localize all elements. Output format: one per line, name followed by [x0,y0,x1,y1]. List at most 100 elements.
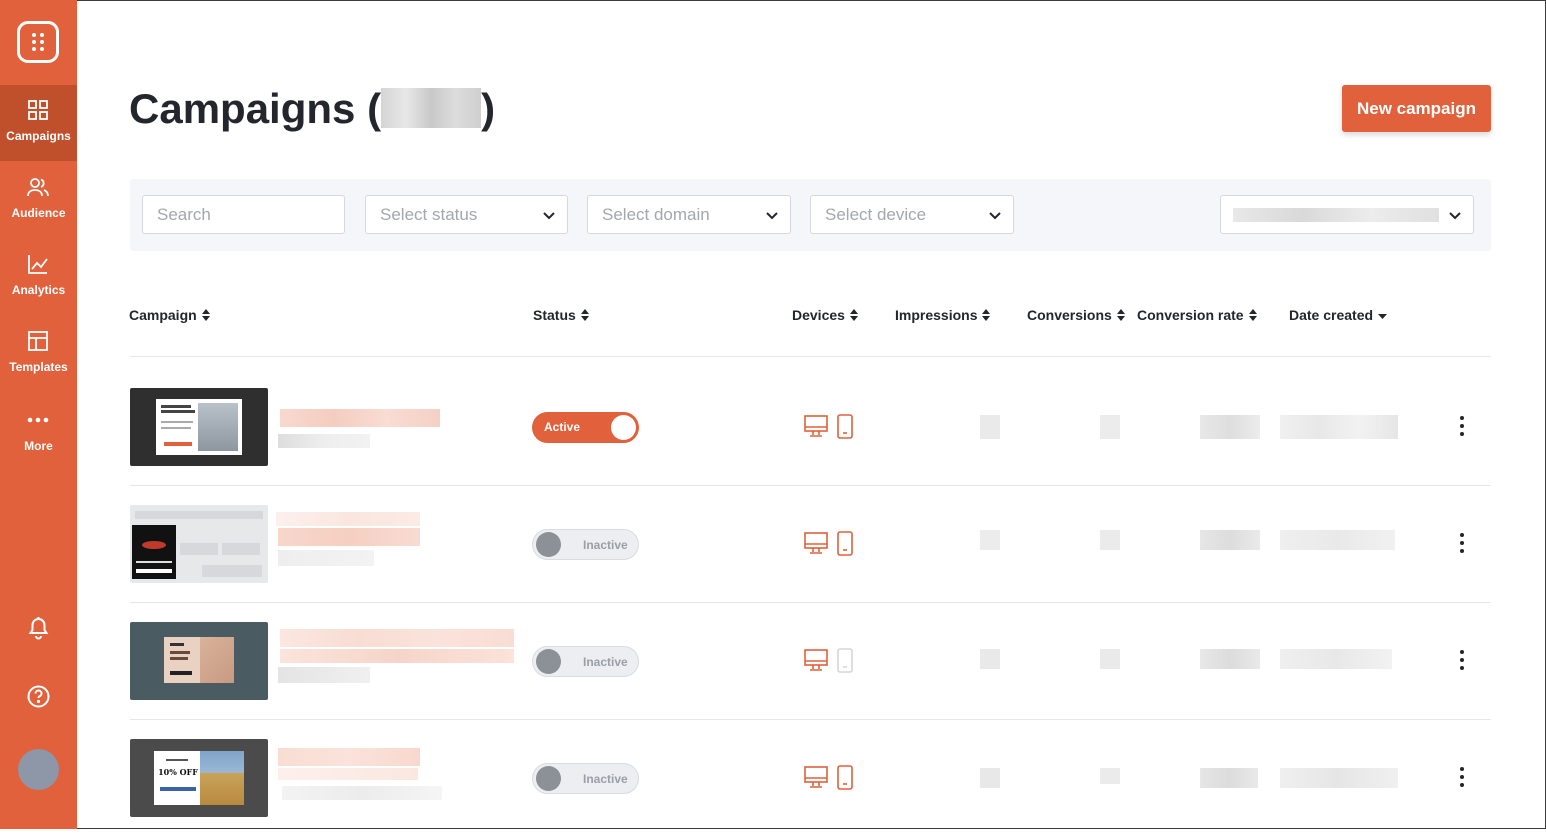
logo-dots-icon [32,33,44,51]
redacted-account-value [1233,208,1439,222]
redacted-conversion-rate [1200,530,1260,550]
device-select[interactable]: Select device [810,195,1014,234]
new-campaign-button[interactable]: New campaign [1342,85,1491,132]
toggle-knob [536,649,561,674]
chevron-down-icon [766,212,778,220]
campaign-thumbnail[interactable]: 10% OFF [130,739,268,817]
redacted-date-created [1280,649,1392,669]
row-actions-menu[interactable] [1456,415,1468,439]
redacted-conversions [1100,768,1120,784]
app-logo[interactable] [17,21,59,63]
users-icon [27,178,49,197]
popup-preview [132,525,176,579]
desktop-icon [804,532,828,554]
popup-preview [164,637,234,683]
redacted-campaign-name-2 [278,768,418,780]
redacted-impressions [980,649,1000,669]
column-header-status[interactable]: Status [533,307,589,323]
row-actions-menu[interactable] [1456,649,1468,673]
column-header-conversions[interactable]: Conversions [1027,307,1125,323]
status-toggle[interactable]: Active [532,412,639,443]
redacted-campaign-domain [278,667,370,683]
campaign-thumbnail[interactable] [130,388,268,466]
redacted-conversion-rate [1200,415,1260,439]
search-input[interactable]: Search [142,195,345,234]
redacted-impressions [980,530,1000,550]
redacted-impressions [980,415,1000,439]
redacted-campaign-name[interactable] [276,512,420,526]
help-icon[interactable] [26,684,51,709]
sidebar-item-label: Campaigns [6,129,71,143]
redacted-campaign-name-2 [280,649,514,663]
row-actions-menu[interactable] [1456,532,1468,556]
column-header-label: Campaign [129,307,197,323]
redacted-conversions [1100,530,1120,550]
redacted-campaign-domain [278,550,374,566]
campaign-thumbnail[interactable] [130,622,268,700]
row-actions-menu[interactable] [1456,766,1468,790]
mobile-icon-disabled [837,648,853,673]
redacted-conversion-rate [1200,649,1260,669]
column-header-date-created[interactable]: Date created [1289,307,1388,323]
redacted-campaign-name[interactable] [278,748,420,766]
sidebar-item-analytics[interactable]: Analytics [0,239,77,315]
redacted-campaign-name-2 [278,528,420,546]
domain-select[interactable]: Select domain [587,195,791,234]
status-toggle[interactable]: Inactive [532,529,639,560]
device-select-placeholder: Select device [825,205,927,224]
column-header-devices[interactable]: Devices [792,307,858,323]
column-header-campaign[interactable]: Campaign [129,307,210,323]
mobile-icon [837,414,853,439]
redacted-conversions [1100,649,1120,669]
page-title: Campaigns () [129,85,495,133]
more-dots-icon [27,417,49,423]
redacted-conversion-rate [1200,768,1258,788]
redacted-date-created [1280,768,1398,788]
campaign-thumbnail[interactable] [130,505,268,583]
sidebar-item-templates[interactable]: Templates [0,316,77,392]
bell-icon[interactable] [26,616,51,641]
sort-icon [201,309,210,321]
redacted-conversions [1100,415,1120,439]
layout-icon [28,331,48,351]
sidebar-item-label: More [24,439,53,453]
sidebar-item-campaigns[interactable]: Campaigns [0,85,77,161]
sidebar-item-label: Analytics [11,283,66,297]
avatar[interactable] [18,749,59,790]
status-toggle[interactable]: Inactive [532,646,639,677]
table-row: Inactive [130,486,1491,603]
column-header-conversion-rate[interactable]: Conversion rate [1137,307,1257,323]
status-label: Active [544,420,581,434]
status-select[interactable]: Select status [365,195,568,234]
account-select[interactable] [1220,195,1474,234]
sidebar-item-label: Templates [9,360,68,374]
page-title-text: Campaigns [129,85,356,132]
status-toggle[interactable]: Inactive [532,763,639,794]
sort-icon [1116,309,1125,321]
column-header-impressions[interactable]: Impressions [895,307,991,323]
column-header-label: Date created [1289,307,1374,323]
redacted-campaign-name[interactable] [280,629,514,647]
popup-preview [156,399,242,455]
toggle-knob [536,532,561,557]
table-row: Active [130,369,1491,486]
sidebar-item-audience[interactable]: Audience [0,162,77,238]
sort-desc-icon [1378,314,1388,319]
sort-icon [580,309,589,321]
chevron-down-icon [1449,212,1461,220]
status-label: Inactive [583,655,628,669]
table-row: 10% OFF Inactive [130,720,1491,837]
title-open-paren: ( [367,85,382,132]
redacted-impressions [980,768,1000,788]
sidebar-item-more[interactable]: More [0,395,77,471]
redacted-date-created [1280,530,1395,550]
column-header-label: Devices [792,307,845,323]
sort-icon [1248,309,1257,321]
toggle-knob [536,766,561,791]
title-close-paren: ) [481,85,496,132]
redacted-date-created [1280,415,1398,439]
redacted-campaign-name[interactable] [280,409,440,427]
column-header-label: Conversions [1027,307,1112,323]
redacted-campaign-domain [278,434,370,448]
chart-line-icon [28,255,48,274]
